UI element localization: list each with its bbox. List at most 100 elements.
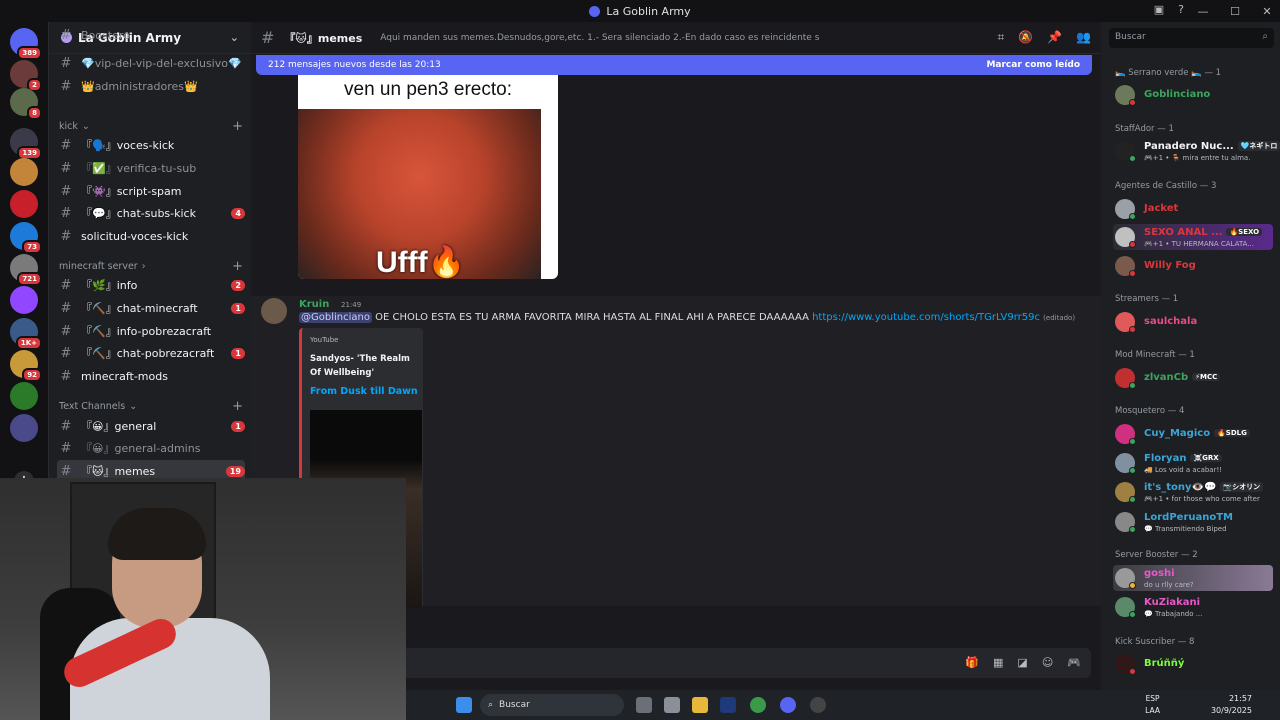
server-tag-badge: 📷シオリン xyxy=(1220,482,1264,492)
member-item[interactable]: Brúññý xyxy=(1113,651,1273,677)
server-badge: 389 xyxy=(17,46,42,60)
create-channel-icon[interactable]: + xyxy=(232,259,243,274)
server-icon[interactable] xyxy=(10,414,38,442)
channel-item[interactable]: # 『🗣️』voces-kick xyxy=(57,134,245,156)
close-icon[interactable]: ✕ xyxy=(1260,5,1274,18)
channel-category[interactable]: minecraft server › + xyxy=(59,258,243,274)
member-item[interactable]: SEXO ANAL ... 🔥SEXO 🎮+1 • TU HERMANA CALAT… xyxy=(1113,224,1273,250)
unread-badge: 1 xyxy=(231,347,245,359)
meme-image[interactable]: ven un pen3 erecto: Ufff🔥 xyxy=(298,75,558,279)
server-icon[interactable]: 92 xyxy=(10,350,42,382)
channel-topic[interactable]: Aqui manden sus memes.Desnudos,gore,etc.… xyxy=(380,33,820,43)
member-item[interactable]: Goblinciano xyxy=(1113,82,1273,108)
maximize-icon[interactable]: ☐ xyxy=(1228,5,1242,18)
member-item[interactable]: LordPeruanoTM 💬 Transmitiendo Biped xyxy=(1113,509,1273,535)
server-icon[interactable] xyxy=(10,382,38,410)
server-tag-badge: ⚡MCC xyxy=(1192,373,1221,381)
file-explorer-icon[interactable] xyxy=(692,697,708,713)
mute-icon[interactable]: 🔕 xyxy=(1018,30,1033,45)
channel-item[interactable]: # 『😀』general-admins xyxy=(57,437,245,459)
help-icon[interactable]: ? xyxy=(1178,3,1184,16)
task-view-icon[interactable] xyxy=(636,697,652,713)
discord-icon[interactable] xyxy=(780,697,796,713)
clock[interactable]: 21:57 30/9/2025 xyxy=(1211,693,1252,717)
hash-icon: # xyxy=(60,368,72,384)
pin-icon[interactable]: 📌 xyxy=(1047,30,1062,45)
message-link[interactable]: https://www.youtube.com/shorts/TGrLV9rr5… xyxy=(812,312,1040,323)
chrome-icon[interactable] xyxy=(750,697,766,713)
emoji-icon[interactable]: ☺ xyxy=(1042,656,1053,669)
search-input[interactable]: Buscar ⌕ xyxy=(1109,28,1274,48)
member-item[interactable]: Willy Fog xyxy=(1113,253,1273,279)
server-icon[interactable]: 139 xyxy=(10,128,42,160)
message-composer[interactable]: 🎁 ▦ ◪ ☺ 🎮 xyxy=(401,648,1091,678)
server-icon[interactable] xyxy=(10,158,38,186)
member-item[interactable]: Cuy_Magico 🔥SDLG xyxy=(1113,421,1273,447)
windows-start-icon[interactable] xyxy=(456,697,472,713)
embed-title[interactable]: Sandyos- 'The Realm Of Wellbeing' xyxy=(310,352,420,380)
new-messages-bar[interactable]: 212 mensajes nuevos desde las 20:13 Marc… xyxy=(256,55,1092,75)
message-author[interactable]: Kruin xyxy=(299,299,329,310)
server-icon[interactable] xyxy=(10,286,38,314)
server-icon[interactable]: 721 xyxy=(10,254,42,286)
language-indicator[interactable]: ESP LAA xyxy=(1145,693,1160,717)
widgets-icon[interactable] xyxy=(664,697,680,713)
channel-name: 『🐱』memes xyxy=(284,31,363,45)
taskbar-search-label: Buscar xyxy=(499,700,530,710)
member-name-row: SEXO ANAL ... 🔥SEXO xyxy=(1144,227,1263,238)
channel-item[interactable]: # minecraft-mods xyxy=(57,365,245,387)
member-name: Jacket xyxy=(1144,203,1179,214)
avatar[interactable] xyxy=(261,298,287,324)
member-item[interactable]: saulchala xyxy=(1113,309,1273,335)
app-icon[interactable] xyxy=(810,697,826,713)
photoshop-icon[interactable] xyxy=(720,697,736,713)
members-icon[interactable]: 👥 xyxy=(1076,30,1091,45)
server-icon[interactable]: 389 xyxy=(10,28,42,60)
server-icon[interactable]: 73 xyxy=(10,222,42,254)
mark-as-read-button[interactable]: Marcar como leído xyxy=(986,60,1080,70)
channel-item[interactable]: # Boostero xyxy=(57,24,245,46)
member-item[interactable]: goshi do u rlly care? xyxy=(1113,565,1273,591)
sticker-icon[interactable]: ◪ xyxy=(1017,656,1027,669)
server-icon[interactable]: 1K+ xyxy=(10,318,42,350)
member-item[interactable]: Floryan ☠️GRX 🚚 Los void a acabar!! xyxy=(1113,450,1273,476)
member-item[interactable]: it's_tony👁️💬 📷シオリン 🎮+1 • for those who com… xyxy=(1113,479,1273,505)
server-icon[interactable]: 2 xyxy=(10,60,42,92)
channel-item[interactable]: # 『🌿』info 2 xyxy=(57,274,245,296)
channel-item[interactable]: # 『😀』general 1 xyxy=(57,415,245,437)
taskbar-search[interactable]: ⌕ Buscar xyxy=(480,694,624,716)
channel-item[interactable]: # 『⛏️』chat-pobrezacraft 1 xyxy=(57,342,245,364)
channel-item[interactable]: # 💎vip-del-vip-del-exclusivo💎 xyxy=(57,52,245,74)
channel-category[interactable]: kick ⌄ + xyxy=(59,118,243,134)
user-mention[interactable]: @Goblinciano xyxy=(299,312,372,323)
channel-item[interactable]: # 『💬』chat-subs-kick 4 xyxy=(57,202,245,224)
gif-icon[interactable]: ▦ xyxy=(993,656,1003,669)
create-channel-icon[interactable]: + xyxy=(232,119,243,134)
server-icon[interactable] xyxy=(10,190,38,218)
status-dot-icon xyxy=(1129,611,1136,618)
member-item[interactable]: zlvanCb ⚡MCC xyxy=(1113,365,1273,391)
member-item[interactable]: KuZiakani 💬 Trabajando ... xyxy=(1113,594,1273,620)
channel-item[interactable]: # 『✅』verifica-tu-sub xyxy=(57,157,245,179)
inbox-icon[interactable]: ▣ xyxy=(1154,3,1164,16)
create-channel-icon[interactable]: + xyxy=(232,399,243,414)
member-status: 💬 Transmitiendo Biped xyxy=(1144,525,1227,533)
channel-item[interactable]: # 『👾』script-spam xyxy=(57,180,245,202)
status-dot-icon xyxy=(1129,241,1136,248)
channel-category[interactable]: Text Channels ⌄ + xyxy=(59,398,243,414)
channel-item[interactable]: # 👑administradores👑 xyxy=(57,75,245,97)
member-item[interactable]: Jacket xyxy=(1113,196,1273,222)
server-icon[interactable]: 8 xyxy=(10,88,42,120)
embed-link[interactable]: From Dusk till Dawn xyxy=(310,386,418,397)
channel-item[interactable]: # 『⛏️』chat-minecraft 1 xyxy=(57,297,245,319)
apps-icon[interactable]: 🎮 xyxy=(1067,656,1081,669)
channel-item[interactable]: # 『⛏️』info-pobrezacraft xyxy=(57,320,245,342)
channel-label: minecraft-mods xyxy=(81,369,168,383)
threads-icon[interactable]: ⌗ xyxy=(997,30,1004,45)
minimize-icon[interactable]: — xyxy=(1196,5,1210,18)
gift-icon[interactable]: 🎁 xyxy=(965,656,979,669)
member-name: goshi xyxy=(1144,568,1175,579)
member-item[interactable]: Panadero Nuc... 🩵ネギトロ 🎮+1 • 🪑 mira entre t… xyxy=(1113,138,1280,164)
channel-item[interactable]: # solicitud-voces-kick xyxy=(57,225,245,247)
member-status: do u rlly care? xyxy=(1144,581,1194,589)
